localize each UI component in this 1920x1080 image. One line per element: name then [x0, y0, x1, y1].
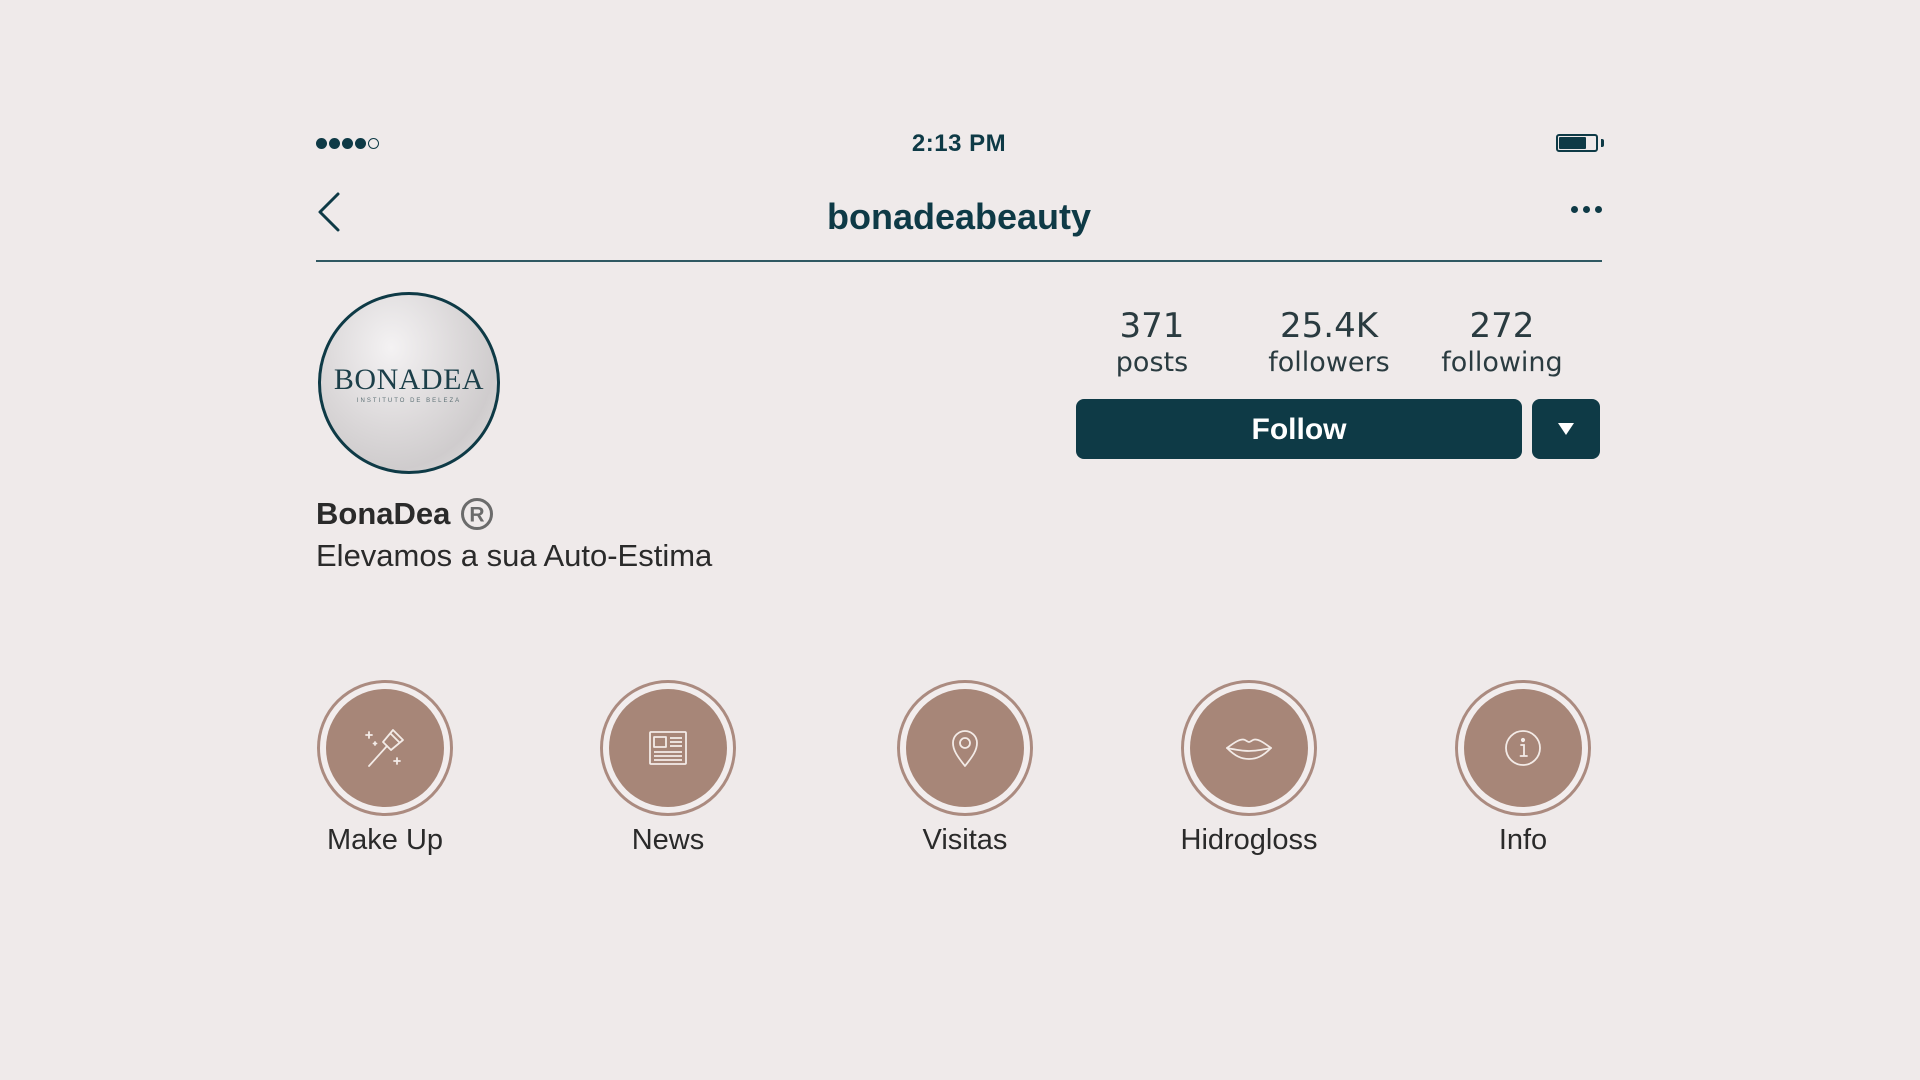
avatar[interactable]: BONADEA INSTITUTO DE BELEZA: [318, 292, 500, 474]
info-icon: [1505, 730, 1541, 766]
stat-followers[interactable]: 25.4K followers: [1249, 306, 1409, 380]
profile-screen: 2:13 PM bonadeabeauty BONADEA INSTITUTO …: [0, 0, 1920, 1080]
profile-name-row: BonaDea R: [316, 496, 494, 532]
highlight-label: Visitas: [922, 824, 1008, 856]
makeup-brush-icon: [365, 729, 404, 767]
profile-name: BonaDea: [316, 496, 451, 531]
follow-button[interactable]: Follow: [1076, 399, 1522, 459]
stat-posts[interactable]: 371 posts: [1072, 306, 1232, 380]
stat-following[interactable]: 272 following: [1422, 306, 1582, 380]
followers-label: followers: [1268, 347, 1390, 378]
following-count: 272: [1469, 306, 1535, 346]
profile-bio: Elevamos a sua Auto-Estima: [316, 538, 713, 573]
highlight-make-up[interactable]: Make Up: [285, 680, 485, 857]
highlight-visitas[interactable]: Visitas: [865, 680, 1065, 857]
following-label: following: [1441, 347, 1563, 378]
posts-count: 371: [1119, 306, 1185, 346]
location-pin-icon: [952, 730, 978, 767]
highlight-news[interactable]: News: [568, 680, 768, 857]
svg-text:R: R: [470, 504, 485, 527]
highlight-label: News: [631, 824, 705, 856]
posts-label: posts: [1115, 347, 1189, 378]
lips-icon: [1226, 738, 1272, 760]
navigation-bar: bonadeabeauty: [316, 180, 1602, 262]
more-horizontal-icon[interactable]: [1571, 206, 1602, 213]
highlight-label: Hidrogloss: [1180, 824, 1318, 856]
brand-logo: BONADEA: [333, 363, 485, 396]
brand-tagline: INSTITUTO DE BELEZA: [356, 398, 462, 404]
followers-count: 25.4K: [1280, 306, 1378, 346]
registered-icon: R: [461, 498, 494, 530]
highlight-hidrogloss[interactable]: Hidrogloss: [1149, 680, 1349, 857]
highlight-label: Info: [1498, 824, 1548, 856]
highlight-label: Make Up: [326, 824, 444, 856]
newspaper-icon: [649, 731, 687, 765]
highlight-info[interactable]: Info: [1423, 680, 1623, 857]
caret-down-icon: [1558, 423, 1574, 435]
battery-icon: [1556, 134, 1604, 152]
status-time: 2:13 PM: [911, 130, 1007, 157]
profile-username-title: bonadeabeauty: [826, 196, 1092, 237]
status-bar: 2:13 PM: [316, 130, 1604, 160]
suggestions-dropdown-button[interactable]: [1532, 399, 1600, 459]
